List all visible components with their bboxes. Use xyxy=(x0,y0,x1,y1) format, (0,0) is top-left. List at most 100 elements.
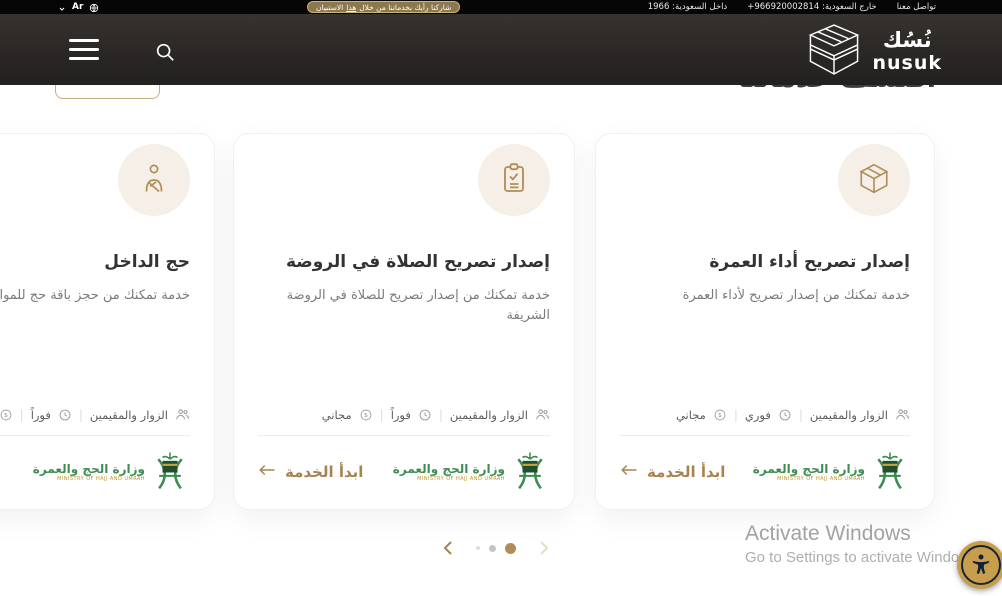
language-selector[interactable]: Ar xyxy=(58,0,99,14)
watermark-line2: Go to Settings to activate Windows xyxy=(745,549,978,566)
dollar-circle-icon: $ xyxy=(0,408,13,422)
meta-separator: | xyxy=(79,408,83,422)
card-divider xyxy=(620,435,910,436)
dollar-circle-icon: $ xyxy=(359,408,373,422)
nusuk-homepage: Ar شاركنا رأيك بخدماتنا من خلال هذا الاس… xyxy=(0,0,1002,596)
hamburger-menu-button[interactable] xyxy=(69,39,99,60)
meta-separator: | xyxy=(20,408,24,422)
accessibility-icon xyxy=(961,545,1001,585)
people-icon xyxy=(895,407,910,422)
svg-text:$: $ xyxy=(4,412,8,419)
svg-text:$: $ xyxy=(718,412,722,419)
card-availability: فوراً xyxy=(31,408,51,422)
pagination-dot-3-active[interactable] xyxy=(505,543,516,554)
survey-link[interactable]: هذا xyxy=(346,3,356,12)
service-card-rawdah-permit: إصدار تصريح الصلاة في الروضة خدمة تمكنك … xyxy=(233,133,575,510)
ministry-name: وزارة الحج والعمرة MINISTRY OF HAJJ AND … xyxy=(33,462,145,482)
arrow-left-icon xyxy=(620,463,638,481)
top-utility-bar: Ar شاركنا رأيك بخدماتنا من خلال هذا الاس… xyxy=(0,0,1002,14)
ministry-name: وزارة الحج والعمرة MINISTRY OF HAJJ AND … xyxy=(753,462,865,482)
svg-text:$: $ xyxy=(364,412,368,419)
carousel-prev-button[interactable] xyxy=(440,539,456,557)
card-icon-circle xyxy=(118,144,190,216)
ministry-emblem-icon xyxy=(510,449,550,495)
survey-banner[interactable]: شاركنا رأيك بخدماتنا من خلال هذا الاستبي… xyxy=(307,1,460,13)
clock-icon xyxy=(418,408,432,422)
meta-separator: | xyxy=(439,408,443,422)
card-footer: وزارة الحج والعمرة MINISTRY OF HAJJ AND … xyxy=(620,449,910,495)
survey-text-before: شاركنا رأيك بخدماتنا من خلال xyxy=(359,3,451,12)
card-cost: مجاني xyxy=(322,408,352,422)
contact-info: تواصل معنا خارج السعودية: +966920002814 … xyxy=(648,0,936,14)
main-header: نُسُك nusuk xyxy=(0,14,1002,85)
phone-outside-number: +966920002814 xyxy=(747,2,819,12)
people-icon xyxy=(175,407,190,422)
watermark-line1: Activate Windows xyxy=(745,522,978,546)
ministry-logo: وزارة الحج والعمرة MINISTRY OF HAJJ AND … xyxy=(753,449,910,495)
phone-inside-number: 1966 xyxy=(648,2,670,12)
ministry-emblem-icon xyxy=(150,449,190,495)
ministry-logo: وزارة الحج والعمرة MINISTRY OF HAJJ AND … xyxy=(393,449,550,495)
globe-icon xyxy=(89,0,99,17)
arrow-left-icon xyxy=(258,463,276,481)
start-service-button[interactable]: ابدأ الخدمة xyxy=(258,463,363,481)
service-card-umrah-permit: إصدار تصريح أداء العمرة خدمة تمكنك من إص… xyxy=(595,133,935,510)
ministry-name: وزارة الحج والعمرة MINISTRY OF HAJJ AND … xyxy=(393,462,505,482)
card-title: حج الداخل xyxy=(0,252,190,272)
card-title: إصدار تصريح الصلاة في الروضة xyxy=(258,252,550,272)
brand-text: نُسُك nusuk xyxy=(872,30,942,73)
meta-separator: | xyxy=(734,408,738,422)
kaaba-icon xyxy=(857,161,891,199)
pagination-dot-2[interactable] xyxy=(489,545,496,552)
clock-icon xyxy=(778,408,792,422)
people-icon xyxy=(535,407,550,422)
clipboard-check-icon xyxy=(498,162,530,198)
phone-outside-saudi[interactable]: خارج السعودية: +966920002814 xyxy=(747,2,876,12)
meta-separator: | xyxy=(799,408,803,422)
nusuk-logo[interactable]: نُسُك nusuk xyxy=(805,23,942,80)
card-footer: وزارة الحج والعمرة MINISTRY OF HAJJ AND … xyxy=(258,449,550,495)
card-title: إصدار تصريح أداء العمرة xyxy=(620,252,910,272)
dollar-circle-icon: $ xyxy=(713,408,727,422)
chevron-down-icon xyxy=(58,0,66,17)
accessibility-widget-button[interactable] xyxy=(957,541,1002,589)
card-icon-circle xyxy=(838,144,910,216)
brand-latin: nusuk xyxy=(872,54,942,73)
language-label: Ar xyxy=(72,2,83,12)
search-button[interactable] xyxy=(154,41,176,63)
card-cost: مجاني xyxy=(676,408,706,422)
pagination-dot-1[interactable] xyxy=(476,546,480,550)
survey-text-after: الاستبيان xyxy=(316,3,343,12)
pagination-dots xyxy=(476,543,516,554)
card-description: خدمة تمكنك من إصدار تصريح لأداء العمرة xyxy=(620,286,910,407)
brand-arabic: نُسُك xyxy=(883,30,932,51)
carousel-next-button[interactable] xyxy=(536,539,552,557)
kaaba-logo-icon xyxy=(805,23,863,80)
service-card-domestic-hajj: حج الداخل خدمة تمكنك من حجز باقة حج للمو… xyxy=(0,133,215,510)
card-icon-circle xyxy=(478,144,550,216)
carousel-pagination xyxy=(440,539,552,557)
contact-us-link[interactable]: تواصل معنا xyxy=(897,2,936,12)
card-audience: الزوار والمقيمين xyxy=(90,408,168,422)
card-meta: الزوار والمقيمين | فوراً | $ مجاني xyxy=(258,407,550,422)
ministry-logo: وزارة الحج والعمرة MINISTRY OF HAJJ AND … xyxy=(33,449,190,495)
meta-separator: | xyxy=(380,408,384,422)
windows-activation-watermark: Activate Windows Go to Settings to activ… xyxy=(745,522,978,566)
clock-icon xyxy=(58,408,72,422)
pilgrim-icon xyxy=(138,162,170,198)
phone-inside-saudi[interactable]: داخل السعودية: 1966 xyxy=(648,2,727,12)
card-footer: وزارة الحج والعمرة MINISTRY OF HAJJ AND … xyxy=(0,449,190,495)
ministry-emblem-icon xyxy=(870,449,910,495)
card-divider xyxy=(0,435,190,436)
card-availability: فوراً xyxy=(391,408,411,422)
card-audience: الزوار والمقيمين xyxy=(450,408,528,422)
search-icon xyxy=(154,48,176,67)
card-description: خدمة تمكنك من حجز باقة حج للمواطنين وال xyxy=(0,286,190,407)
card-description: خدمة تمكنك من إصدار تصريح للصلاة في الرو… xyxy=(258,286,550,407)
card-meta: الزوار والمقيمين | فوراً | $ مدفوع xyxy=(0,407,190,422)
card-meta: الزوار والمقيمين | فوري | $ مجاني xyxy=(620,407,910,422)
card-availability: فوري xyxy=(745,408,771,422)
card-audience: الزوار والمقيمين xyxy=(810,408,888,422)
start-service-button[interactable]: ابدأ الخدمة xyxy=(620,463,725,481)
card-divider xyxy=(258,435,550,436)
